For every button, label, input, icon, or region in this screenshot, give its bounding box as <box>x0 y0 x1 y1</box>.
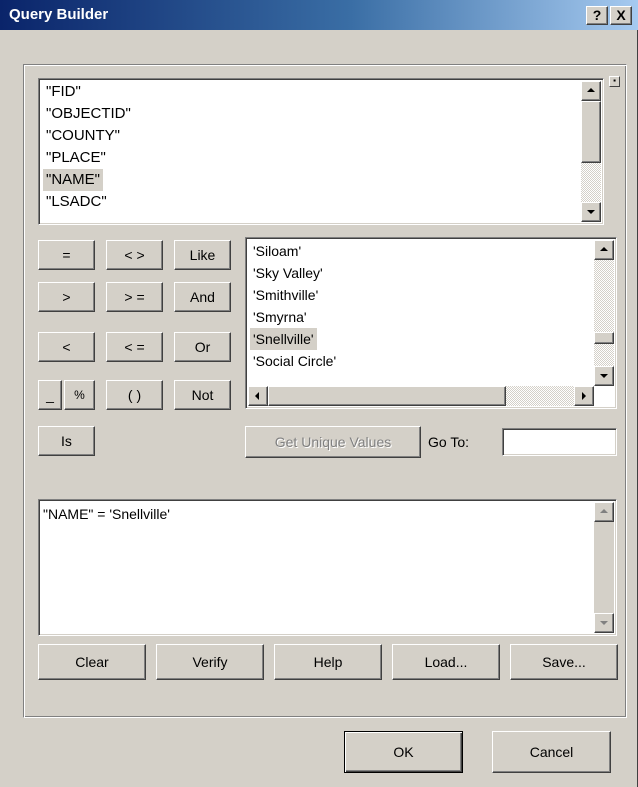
operator-equals-label: = <box>62 247 71 263</box>
operator-equals-button[interactable]: = <box>38 240 95 270</box>
clear-label: Clear <box>75 654 109 670</box>
operator-less-equal-button[interactable]: < = <box>106 332 163 362</box>
value-item-smithville[interactable]: 'Smithville' <box>250 284 592 306</box>
operator-not-equal-label: < > <box>124 247 145 263</box>
get-unique-values-button[interactable]: Get Unique Values <box>245 426 421 458</box>
scroll-down-arrow-icon <box>587 210 595 214</box>
value-item-social-circle[interactable]: 'Social Circle' <box>250 350 592 372</box>
ok-button[interactable]: OK <box>344 731 463 773</box>
operator-greater-button[interactable]: > <box>38 282 95 312</box>
operator-and-button[interactable]: And <box>174 282 231 312</box>
scroll-left-arrow-icon <box>255 392 259 400</box>
wildcard-underscore-label: _ <box>46 387 54 403</box>
operator-less-equal-label: < = <box>124 339 145 355</box>
value-item-smyrna[interactable]: 'Smyrna' <box>250 306 592 328</box>
help-title-button[interactable]: ? <box>586 6 608 25</box>
expression-scroll-down-button[interactable] <box>594 613 614 633</box>
operator-not-label: Not <box>191 387 214 403</box>
get-unique-values-label: Get Unique Values <box>274 434 392 450</box>
values-scroll-right-button[interactable] <box>574 386 594 406</box>
operator-and-label: And <box>190 289 215 305</box>
values-vertical-scrollbar[interactable] <box>594 240 614 386</box>
scroll-up-arrow-icon <box>587 88 595 92</box>
go-to-input[interactable] <box>502 428 617 456</box>
operator-parentheses-label: ( ) <box>127 387 142 403</box>
values-horizontal-scrollbar[interactable] <box>248 386 594 406</box>
scroll-down-arrow-icon <box>600 374 608 378</box>
fields-scroll-up-button[interactable] <box>581 81 601 101</box>
expression-scroll-up-button[interactable] <box>594 502 614 522</box>
field-item-objectid[interactable]: "OBJECTID" <box>43 103 579 125</box>
values-list-items: 'Siloam' 'Sky Valley' 'Smithville' 'Smyr… <box>250 240 592 384</box>
wildcard-percent-button[interactable]: % <box>64 380 95 410</box>
clear-button[interactable]: Clear <box>38 644 146 680</box>
scroll-right-arrow-icon <box>582 392 586 400</box>
verify-button[interactable]: Verify <box>156 644 264 680</box>
field-item-county[interactable]: "COUNTY" <box>43 125 579 147</box>
panel-toggle-icon[interactable]: ▪ <box>609 76 620 87</box>
operator-not-equal-button[interactable]: < > <box>106 240 163 270</box>
cancel-label: Cancel <box>529 744 574 760</box>
expression-textbox[interactable]: "NAME" = 'Snellville' <box>38 499 617 636</box>
operator-greater-label: > <box>62 289 71 305</box>
load-button[interactable]: Load... <box>392 644 500 680</box>
operator-not-button[interactable]: Not <box>174 380 231 410</box>
values-scroll-left-button[interactable] <box>248 386 268 406</box>
query-builder-dialog: Query Builder ? X ▪ "FID" "OBJECTID" "CO… <box>0 0 638 787</box>
fields-vertical-scrollbar[interactable] <box>581 81 601 222</box>
value-item-sky-valley[interactable]: 'Sky Valley' <box>250 262 592 284</box>
title-bar[interactable]: Query Builder ? X <box>0 0 638 30</box>
cancel-button[interactable]: Cancel <box>492 731 611 773</box>
field-item-fid[interactable]: "FID" <box>43 81 579 103</box>
fields-scroll-thumb[interactable] <box>581 101 601 163</box>
values-listbox[interactable]: 'Siloam' 'Sky Valley' 'Smithville' 'Smyr… <box>245 237 617 409</box>
operator-greater-equal-label: > = <box>124 289 145 305</box>
operator-less-button[interactable]: < <box>38 332 95 362</box>
values-hscroll-thumb[interactable] <box>268 386 506 406</box>
wildcard-percent-label: % <box>74 388 85 402</box>
operator-is-button[interactable]: Is <box>38 426 95 456</box>
operator-is-label: Is <box>61 433 72 449</box>
close-title-button[interactable]: X <box>610 6 632 25</box>
fields-listbox[interactable]: "FID" "OBJECTID" "COUNTY" "PLACE" "NAME"… <box>38 78 604 225</box>
help-button[interactable]: Help <box>274 644 382 680</box>
field-item-name-selected[interactable]: "NAME" <box>43 169 103 191</box>
scroll-down-arrow-icon <box>600 621 608 625</box>
operator-or-label: Or <box>194 339 211 355</box>
expression-vertical-scrollbar[interactable] <box>594 502 614 633</box>
value-item-snellville-selected[interactable]: 'Snellville' <box>250 328 317 350</box>
values-scroll-thumb[interactable] <box>594 332 614 344</box>
values-scroll-up-button[interactable] <box>594 240 614 260</box>
field-item-lsadc[interactable]: "LSADC" <box>43 191 579 213</box>
wildcard-underscore-button[interactable]: _ <box>38 380 62 410</box>
operator-or-button[interactable]: Or <box>174 332 231 362</box>
field-item-place[interactable]: "PLACE" <box>43 147 579 169</box>
expression-text: "NAME" = 'Snellville' <box>43 506 170 522</box>
window-title: Query Builder <box>9 6 109 23</box>
values-scroll-down-button[interactable] <box>594 366 614 386</box>
operator-parentheses-button[interactable]: ( ) <box>106 380 163 410</box>
operator-greater-equal-button[interactable]: > = <box>106 282 163 312</box>
operator-like-label: Like <box>189 247 216 263</box>
verify-label: Verify <box>192 654 228 670</box>
fields-scroll-down-button[interactable] <box>581 202 601 222</box>
fields-list-items: "FID" "OBJECTID" "COUNTY" "PLACE" "NAME"… <box>43 81 579 213</box>
operator-less-label: < <box>62 339 71 355</box>
scroll-up-arrow-icon <box>600 247 608 251</box>
load-label: Load... <box>424 654 468 670</box>
operator-like-button[interactable]: Like <box>174 240 231 270</box>
value-item-siloam[interactable]: 'Siloam' <box>250 240 592 262</box>
go-to-label: Go To: <box>428 434 469 450</box>
save-label: Save... <box>542 654 586 670</box>
save-button[interactable]: Save... <box>510 644 618 680</box>
ok-label: OK <box>393 744 414 760</box>
help-label: Help <box>313 654 343 670</box>
scroll-up-arrow-icon <box>600 509 608 513</box>
